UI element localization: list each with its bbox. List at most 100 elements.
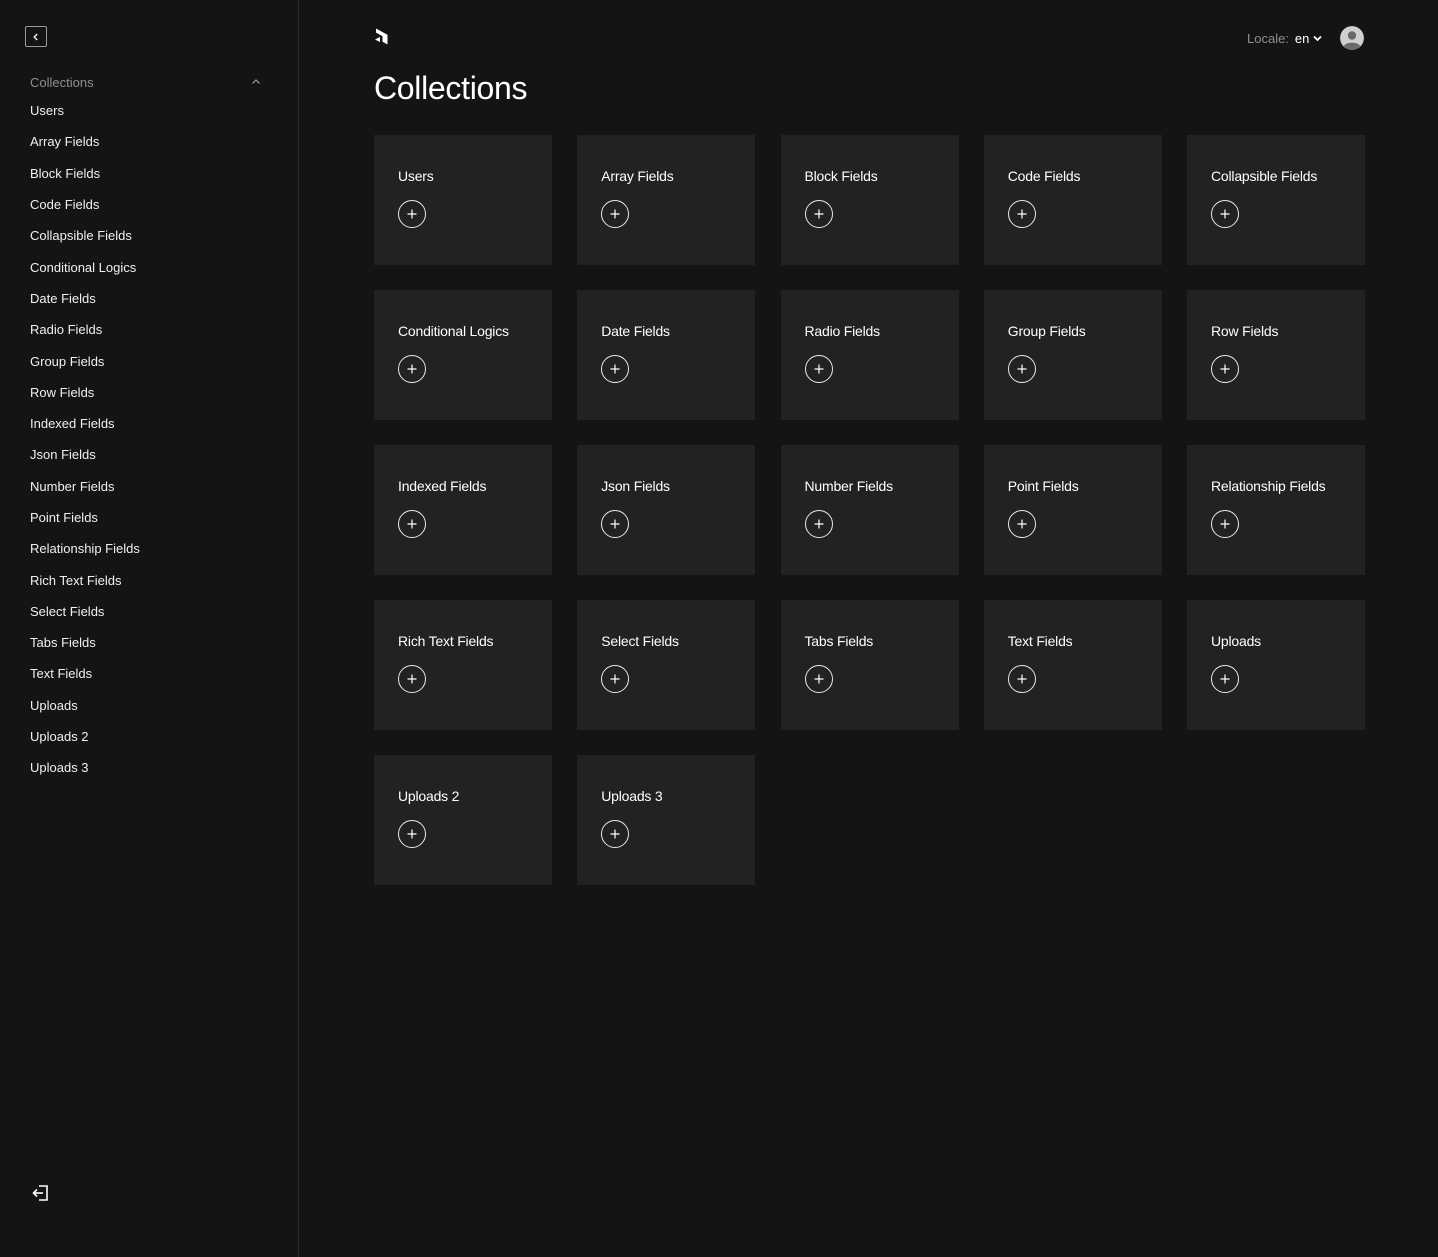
sidebar-item-uploads-3[interactable]: Uploads 3	[30, 752, 270, 783]
sidebar-item-indexed-fields[interactable]: Indexed Fields	[30, 408, 270, 439]
sidebar: Collections Users Array Fields Block Field…	[0, 0, 299, 1257]
create-new-button[interactable]	[804, 355, 833, 383]
create-new-button[interactable]	[1007, 665, 1036, 693]
collection-card-title[interactable]: Uploads	[1211, 633, 1261, 649]
create-new-button[interactable]	[1211, 510, 1239, 538]
collection-card-number-fields[interactable]: Number Fields	[780, 445, 959, 575]
collection-card-title[interactable]: Collapsible Fields	[1211, 168, 1317, 184]
collection-card-title[interactable]: Users	[398, 168, 434, 184]
logo[interactable]	[373, 27, 393, 49]
logout-button[interactable]	[30, 1182, 52, 1204]
create-new-button[interactable]	[601, 200, 630, 228]
sidebar-item-json-fields[interactable]: Json Fields	[30, 439, 270, 470]
collection-card-select-fields[interactable]: Select Fields	[577, 600, 756, 730]
nav-group-collections-toggle[interactable]: Collections	[30, 72, 262, 92]
collection-card-row-fields[interactable]: Row Fields	[1187, 290, 1365, 420]
collection-card-title[interactable]: Relationship Fields	[1211, 478, 1326, 494]
sidebar-item-array-fields[interactable]: Array Fields	[30, 126, 270, 157]
create-new-button[interactable]	[601, 510, 630, 538]
collection-card-text-fields[interactable]: Text Fields	[983, 600, 1162, 730]
plus-icon	[407, 519, 417, 529]
collection-card-tabs-fields[interactable]: Tabs Fields	[780, 600, 959, 730]
account-avatar-button[interactable]	[1340, 26, 1364, 50]
sidebar-item-select-fields[interactable]: Select Fields	[30, 596, 270, 627]
sidebar-item-group-fields[interactable]: Group Fields	[30, 345, 270, 376]
sidebar-item-relationship-fields[interactable]: Relationship Fields	[30, 533, 270, 564]
create-new-button[interactable]	[1211, 200, 1239, 228]
collapse-sidebar-button[interactable]	[25, 26, 47, 47]
create-new-button[interactable]	[601, 665, 630, 693]
create-new-button[interactable]	[601, 355, 630, 383]
sidebar-item-users[interactable]: Users	[30, 95, 270, 126]
collection-card-json-fields[interactable]: Json Fields	[577, 445, 756, 575]
sidebar-item-point-fields[interactable]: Point Fields	[30, 502, 270, 533]
collection-card-users[interactable]: Users	[374, 135, 552, 265]
collection-card-conditional-logics[interactable]: Conditional Logics	[374, 290, 552, 420]
create-new-button[interactable]	[601, 820, 630, 848]
locale-selector[interactable]: Locale: en	[1247, 27, 1323, 49]
collection-card-uploads-2[interactable]: Uploads 2	[374, 755, 552, 885]
create-new-button[interactable]	[1007, 355, 1036, 383]
collection-card-title[interactable]: Uploads 3	[601, 788, 662, 804]
plus-icon	[407, 364, 417, 374]
sidebar-item-code-fields[interactable]: Code Fields	[30, 189, 270, 220]
sidebar-item-block-fields[interactable]: Block Fields	[30, 158, 270, 189]
sidebar-item-tabs-fields[interactable]: Tabs Fields	[30, 627, 270, 658]
collection-card-title[interactable]: Indexed Fields	[398, 478, 486, 494]
sidebar-item-radio-fields[interactable]: Radio Fields	[30, 314, 270, 345]
collection-card-title[interactable]: Tabs Fields	[805, 633, 874, 649]
create-new-button[interactable]	[398, 820, 426, 848]
collection-card-radio-fields[interactable]: Radio Fields	[780, 290, 959, 420]
create-new-button[interactable]	[804, 510, 833, 538]
collection-card-title[interactable]: Rich Text Fields	[398, 633, 494, 649]
create-new-button[interactable]	[398, 200, 426, 228]
sidebar-item-text-fields[interactable]: Text Fields	[30, 658, 270, 689]
collection-card-title[interactable]: Row Fields	[1211, 323, 1278, 339]
collection-card-title[interactable]: Array Fields	[601, 168, 673, 184]
chevron-left-icon	[33, 33, 38, 40]
sidebar-item-row-fields[interactable]: Row Fields	[30, 377, 270, 408]
sidebar-item-number-fields[interactable]: Number Fields	[30, 471, 270, 502]
collection-card-relationship-fields[interactable]: Relationship Fields	[1187, 445, 1365, 575]
sidebar-item-collapsible-fields[interactable]: Collapsible Fields	[30, 220, 270, 251]
collection-card-title[interactable]: Point Fields	[1008, 478, 1079, 494]
collection-card-collapsible-fields[interactable]: Collapsible Fields	[1187, 135, 1365, 265]
sidebar-item-conditional-logics[interactable]: Conditional Logics	[30, 251, 270, 282]
sidebar-item-date-fields[interactable]: Date Fields	[30, 283, 270, 314]
create-new-button[interactable]	[1007, 200, 1036, 228]
collection-card-uploads-3[interactable]: Uploads 3	[577, 755, 756, 885]
collection-card-title[interactable]: Uploads 2	[398, 788, 459, 804]
create-new-button[interactable]	[1007, 510, 1036, 538]
create-new-button[interactable]	[398, 355, 426, 383]
create-new-button[interactable]	[1211, 355, 1239, 383]
collection-card-title[interactable]: Block Fields	[805, 168, 878, 184]
collection-card-title[interactable]: Number Fields	[805, 478, 894, 494]
collections-grid: Users Array Fields Block Fields Code Fields…	[374, 135, 1365, 885]
collection-card-code-fields[interactable]: Code Fields	[983, 135, 1162, 265]
sidebar-item-uploads[interactable]: Uploads	[30, 690, 270, 721]
collection-card-point-fields[interactable]: Point Fields	[983, 445, 1162, 575]
create-new-button[interactable]	[1211, 665, 1239, 693]
collection-card-title[interactable]: Conditional Logics	[398, 323, 509, 339]
collection-card-uploads[interactable]: Uploads	[1187, 600, 1365, 730]
plus-icon	[1017, 674, 1027, 684]
create-new-button[interactable]	[398, 665, 426, 693]
create-new-button[interactable]	[804, 200, 833, 228]
collection-card-indexed-fields[interactable]: Indexed Fields	[374, 445, 552, 575]
collection-card-title[interactable]: Radio Fields	[805, 323, 881, 339]
create-new-button[interactable]	[398, 510, 426, 538]
collection-card-rich-text-fields[interactable]: Rich Text Fields	[374, 600, 552, 730]
collection-card-group-fields[interactable]: Group Fields	[983, 290, 1162, 420]
collection-card-title[interactable]: Select Fields	[601, 633, 679, 649]
collection-card-block-fields[interactable]: Block Fields	[780, 135, 959, 265]
collection-card-title[interactable]: Text Fields	[1008, 633, 1073, 649]
collection-card-title[interactable]: Date Fields	[601, 323, 670, 339]
sidebar-item-uploads-2[interactable]: Uploads 2	[30, 721, 270, 752]
collection-card-date-fields[interactable]: Date Fields	[577, 290, 756, 420]
collection-card-title[interactable]: Json Fields	[601, 478, 670, 494]
collection-card-title[interactable]: Group Fields	[1008, 323, 1086, 339]
create-new-button[interactable]	[804, 665, 833, 693]
collection-card-array-fields[interactable]: Array Fields	[577, 135, 756, 265]
collection-card-title[interactable]: Code Fields	[1008, 168, 1081, 184]
sidebar-item-rich-text-fields[interactable]: Rich Text Fields	[30, 564, 270, 595]
